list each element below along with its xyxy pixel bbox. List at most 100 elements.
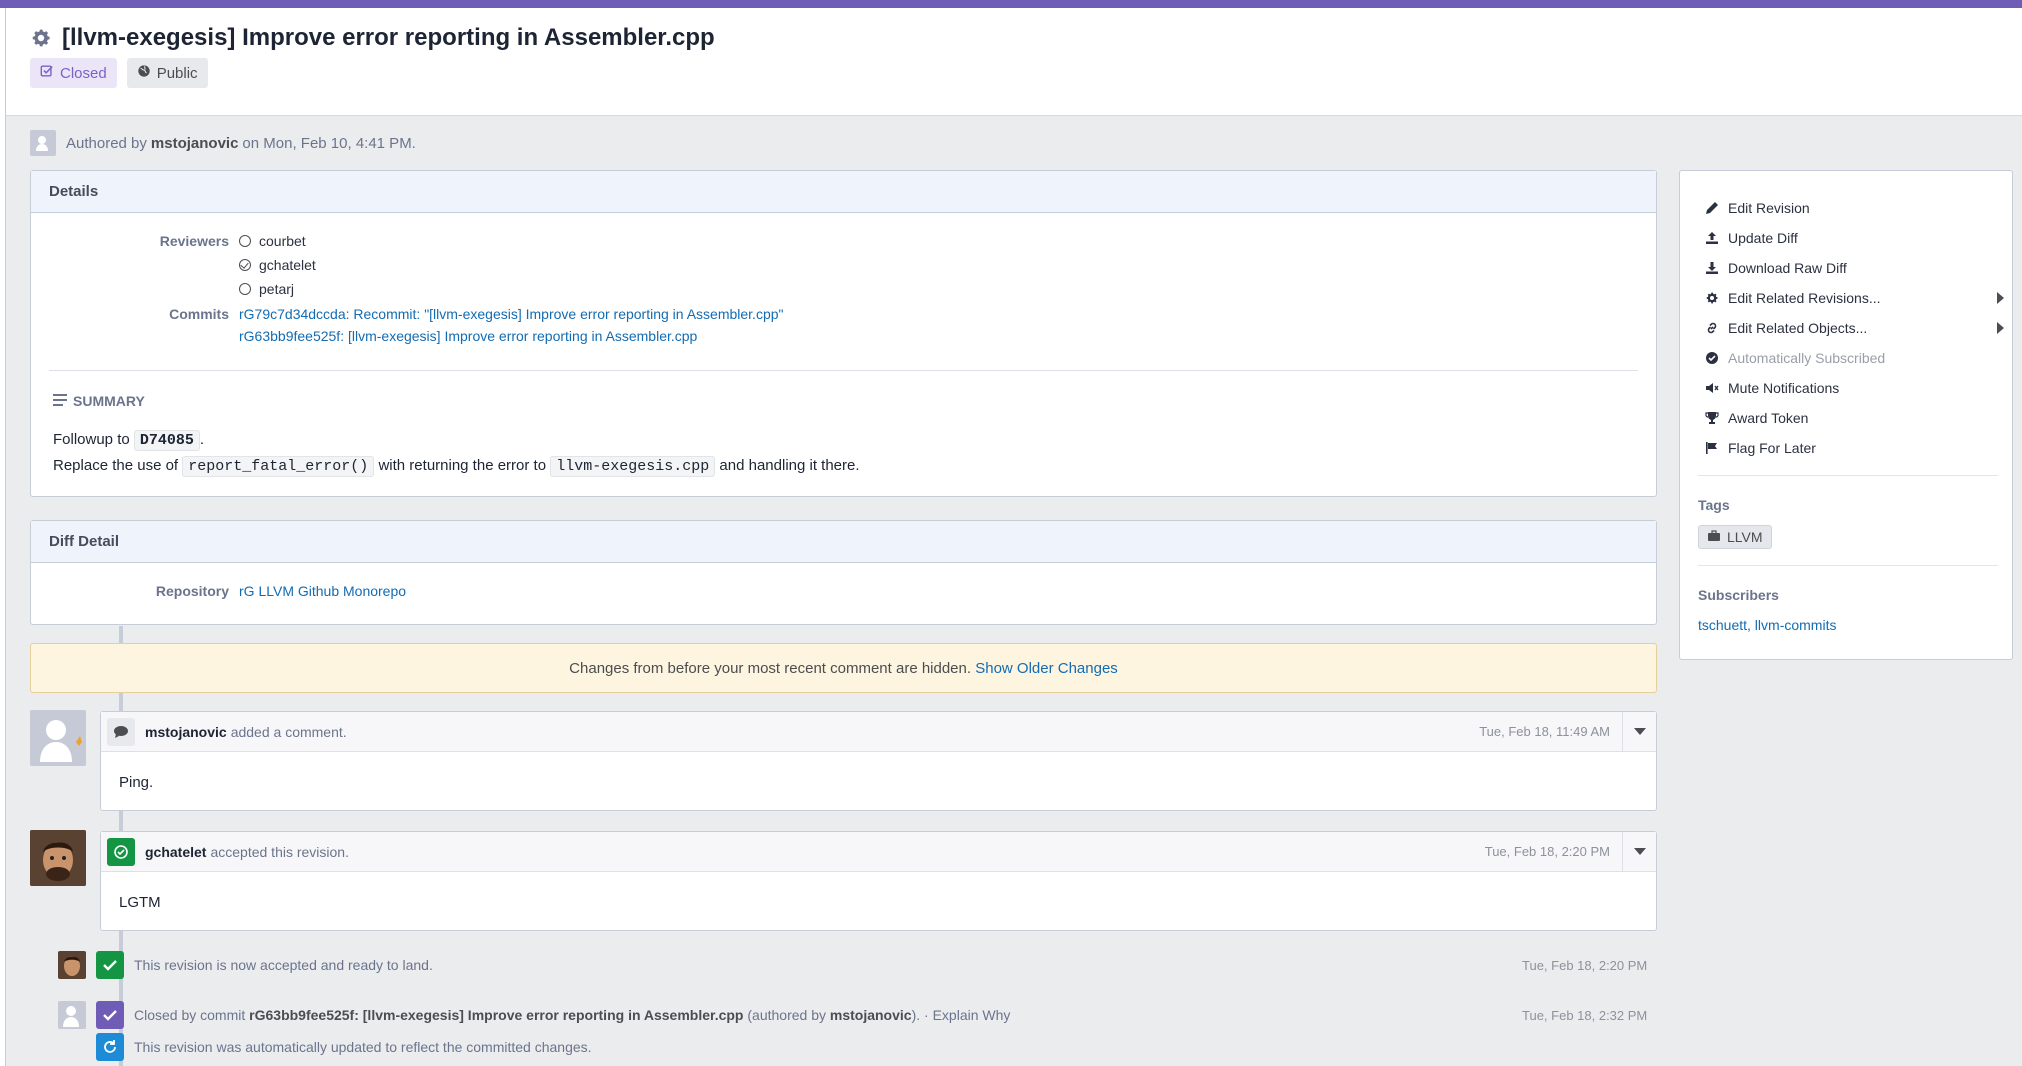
subscribers-label: Subscribers: [1698, 587, 1779, 603]
mute-notifications-action[interactable]: Mute Notifications: [1704, 373, 2004, 403]
actions-sidebar: Edit Revision Update Diff Download Raw D…: [1679, 170, 2013, 660]
window-top-border: [0, 0, 2022, 8]
gear-icon: [30, 27, 52, 49]
comment-body: Ping.: [119, 773, 154, 791]
commits-row: Commits rG79c7d34dccda: Recommit: "[llvm…: [31, 306, 784, 350]
comment-author[interactable]: mstojanovic: [145, 724, 227, 740]
avatar[interactable]: [58, 951, 86, 979]
authored-prefix: Authored by: [66, 134, 147, 152]
details-header: Details: [31, 171, 1656, 213]
visibility-badge: Public: [126, 58, 208, 88]
briefcase-icon: [1707, 529, 1721, 545]
commit-link[interactable]: rG79c7d34dccda: Recommit: "[llvm-exegesi…: [239, 306, 784, 322]
check-circle-icon: [1704, 350, 1720, 366]
timeline-event-closed: Closed by commit rG63bb9fee525f: [llvm-e…: [58, 1001, 1010, 1029]
commit-link[interactable]: rG63bb9fee525f: [llvm-exegesis] Improve …: [239, 328, 697, 344]
inline-code: llvm-exegesis.cpp: [550, 456, 716, 477]
comment-timestamp[interactable]: Tue, Feb 18, 11:49 AM: [1479, 724, 1622, 739]
event-timestamp[interactable]: Tue, Feb 18, 2:20 PM: [1522, 958, 1647, 973]
gear-icon: [1704, 290, 1720, 306]
download-icon: [1704, 260, 1720, 276]
comment-author[interactable]: gchatelet: [145, 844, 206, 860]
explain-why-link[interactable]: Explain Why: [933, 1007, 1011, 1023]
check-square-icon: [40, 64, 54, 82]
visibility-label: Public: [156, 64, 198, 82]
sidebar-divider: [1698, 565, 1998, 566]
globe-icon: [137, 64, 151, 82]
check-icon: [96, 1001, 124, 1029]
avatar[interactable]: [30, 830, 86, 886]
author-link[interactable]: mstojanovic: [151, 135, 239, 152]
edit-related-revisions-action[interactable]: Edit Related Revisions...: [1704, 283, 2004, 313]
pending-circle-icon: [239, 235, 251, 247]
lines-icon: [53, 393, 67, 409]
sidebar-divider: [1698, 475, 1998, 476]
window-left-border: [0, 8, 6, 1066]
action-list: Edit Revision Update Diff Download Raw D…: [1704, 193, 2004, 463]
timeline-event-updated: This revision was automatically updated …: [96, 1033, 592, 1061]
reviewers-list: courbet gchatelet petarj: [239, 229, 316, 301]
accept-check-circle-icon: [107, 837, 135, 866]
upload-icon: [1704, 230, 1720, 246]
header-tags: Closed Public: [30, 58, 208, 88]
show-older-changes-link[interactable]: Show Older Changes: [975, 660, 1118, 677]
avatar[interactable]: [30, 710, 86, 766]
edit-related-objects-action[interactable]: Edit Related Objects...: [1704, 313, 2004, 343]
flag-for-later-action[interactable]: Flag For Later: [1704, 433, 2004, 463]
commit-link[interactable]: rG63bb9fee525f: [llvm-exegesis] Improve …: [249, 1007, 743, 1023]
page-header: [llvm-exegesis] Improve error reporting …: [6, 8, 2022, 116]
comment-timestamp[interactable]: Tue, Feb 18, 2:20 PM: [1485, 844, 1622, 859]
avatar[interactable]: [58, 1001, 86, 1029]
volume-off-icon: [1704, 380, 1720, 396]
details-panel: Details Reviewers courbet gchatelet peta…: [30, 170, 1657, 497]
event-timestamp[interactable]: Tue, Feb 18, 2:32 PM: [1522, 1008, 1647, 1023]
flag-icon: [1704, 440, 1720, 456]
summary-line-1: Followup to D74085.: [53, 430, 205, 451]
comment-header: mstojanovic added a comment. Tue, Feb 18…: [101, 711, 1656, 752]
automatically-subscribed-action: Automatically Subscribed: [1704, 343, 2004, 373]
reviewer-gchatelet: gchatelet: [239, 253, 316, 277]
accepted-check-circle-icon: [239, 259, 251, 271]
author-avatar[interactable]: [30, 130, 56, 156]
repository-row: Repository rG LLVM Github Monorepo: [31, 583, 406, 599]
refresh-icon: [96, 1033, 124, 1061]
submenu-arrow-icon: [1997, 322, 2004, 334]
check-icon: [96, 951, 124, 979]
caret-down-icon: [1633, 848, 1646, 855]
status-badge: Closed: [30, 58, 117, 88]
authored-date: on Mon, Feb 10, 4:41 PM.: [242, 134, 416, 152]
summary-header: SUMMARY: [53, 393, 145, 409]
repository-link[interactable]: rG LLVM Github Monorepo: [239, 583, 406, 599]
reviewer-courbet: courbet: [239, 229, 316, 253]
edit-revision-action[interactable]: Edit Revision: [1704, 193, 2004, 223]
page-title: [llvm-exegesis] Improve error reporting …: [62, 24, 715, 51]
update-diff-action[interactable]: Update Diff: [1704, 223, 2004, 253]
hidden-changes-banner: Changes from before your most recent com…: [30, 643, 1657, 693]
commits-list: rG79c7d34dccda: Recommit: "[llvm-exegesi…: [239, 306, 784, 350]
comment-card: gchatelet accepted this revision. Tue, F…: [100, 831, 1657, 931]
repository-label: Repository: [155, 583, 229, 599]
title-row: [llvm-exegesis] Improve error reporting …: [30, 24, 715, 52]
diff-detail-header: Diff Detail: [31, 521, 1656, 563]
comment-menu-button[interactable]: [1622, 831, 1656, 872]
subscribers-list[interactable]: tschuett, llvm-commits: [1698, 617, 1836, 633]
comment-header: gchatelet accepted this revision. Tue, F…: [101, 831, 1656, 872]
event-text: This revision was automatically updated …: [134, 1039, 592, 1055]
award-token-action[interactable]: Award Token: [1704, 403, 2004, 433]
author-link[interactable]: mstojanovic: [830, 1007, 912, 1023]
revision-ref[interactable]: D74085: [133, 430, 200, 451]
comment-menu-button[interactable]: [1622, 711, 1656, 752]
project-tag-llvm[interactable]: LLVM: [1698, 525, 1772, 549]
reviewers-row: Reviewers courbet gchatelet petarj: [31, 233, 316, 301]
comment-body: LGTM: [119, 893, 161, 911]
comment-bubble-icon: [107, 717, 135, 746]
download-raw-diff-action[interactable]: Download Raw Diff: [1704, 253, 2004, 283]
authored-line: Authored by mstojanovic on Mon, Feb 10, …: [30, 130, 416, 156]
comment-action: accepted this revision.: [210, 843, 349, 860]
summary-line-2: Replace the use of report_fatal_error() …: [53, 456, 860, 477]
status-label: Closed: [60, 64, 107, 82]
comment-card: mstojanovic added a comment. Tue, Feb 18…: [100, 711, 1657, 811]
event-text: This revision is now accepted and ready …: [134, 957, 433, 973]
timeline-event-accepted: This revision is now accepted and ready …: [58, 951, 433, 979]
link-icon: [1704, 320, 1720, 336]
